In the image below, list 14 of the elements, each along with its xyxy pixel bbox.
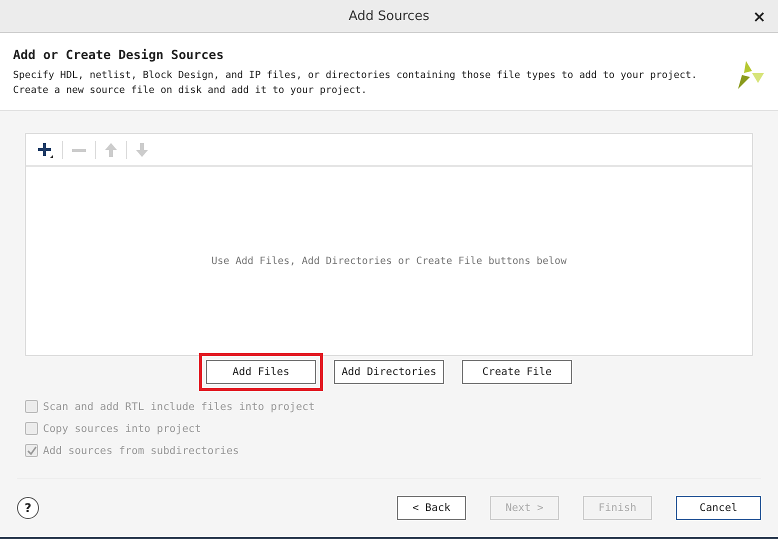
close-button[interactable]: × [748,7,770,26]
checkbox-label: Add sources from subdirectories [43,444,239,456]
page-heading: Add or Create Design Sources [13,47,225,62]
empty-list-message: Use Add Files, Add Directories or Create File buttons below [211,256,567,266]
add-button[interactable]: Add Directories [334,360,444,384]
dialog-button[interactable]: Cancel [676,496,761,520]
checkbox-label: Scan and add RTL include files into project [43,400,315,412]
add-button[interactable]: Create File [462,360,572,384]
checkbox-label: Copy sources into project [43,422,202,434]
help-button[interactable]: ? [17,497,39,519]
dialog-button[interactable]: < Back [397,496,466,520]
page-description: Specify HDL, netlist, Block Design, and IP files, or directories containing those file types to add to your project. Create a new source file on disk and add it to your project. [13,69,698,98]
add-button[interactable]: Add Files [206,360,316,384]
window-title: Add Sources [348,8,430,24]
